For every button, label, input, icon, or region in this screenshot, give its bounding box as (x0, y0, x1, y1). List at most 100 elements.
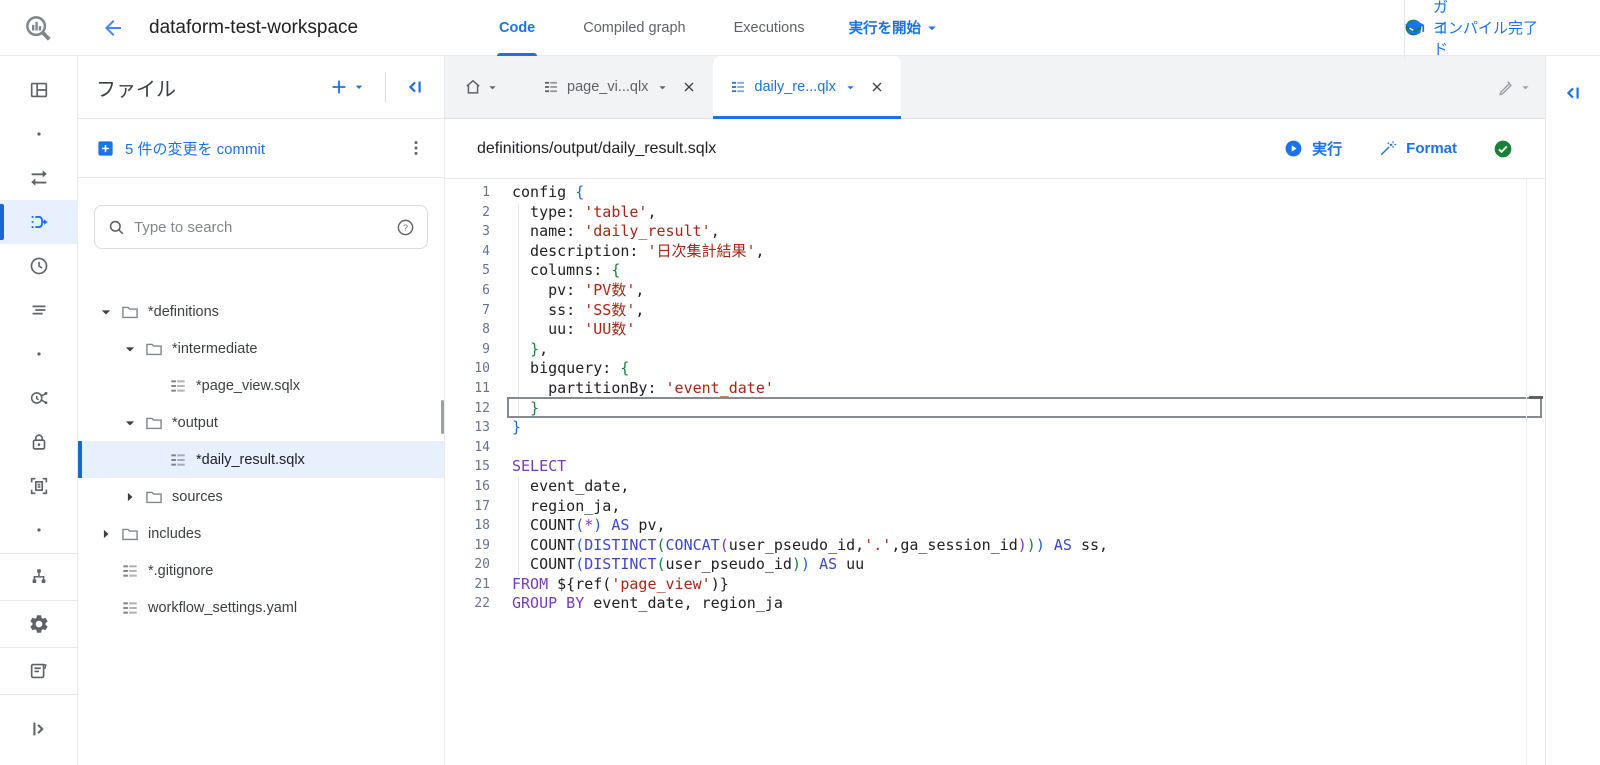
tree-item-label: includes (148, 526, 201, 542)
edit-sparkle-icon[interactable] (1496, 77, 1516, 97)
code-line[interactable]: 7 ss: 'SS数', (445, 301, 1545, 321)
tree-item-includes[interactable]: includes (78, 515, 444, 552)
caret-down-icon[interactable] (118, 339, 142, 359)
start-execution-button[interactable]: 実行を開始 (849, 17, 942, 38)
code-line[interactable]: 8 uu: 'UU数' (445, 320, 1545, 340)
code-line[interactable]: 5 columns: { (445, 261, 1545, 281)
code-line[interactable]: 22GROUP BY event_date, region_ja (445, 594, 1545, 614)
code-line[interactable]: 15SELECT (445, 457, 1545, 477)
code-line-text: name: 'daily_result', (490, 222, 720, 242)
expand-panel-icon (28, 718, 50, 740)
tab-executions[interactable]: Executions (710, 0, 829, 56)
rail-item-scan-document-icon[interactable] (0, 464, 78, 508)
tree-item-page_view.sqlx[interactable]: *page_view.sqlx (78, 367, 444, 404)
divider (385, 72, 386, 102)
code-line[interactable]: 21FROM ${ref('page_view')} (445, 575, 1545, 595)
code-line-text: SELECT (490, 457, 566, 477)
overview-ruler-cursor-mark (1529, 396, 1543, 399)
tab-code[interactable]: Code (475, 0, 559, 56)
tree-item-output[interactable]: *output (78, 404, 444, 441)
code-editor[interactable]: 1config {2 type: 'table',3 name: 'daily_… (445, 179, 1545, 765)
rail-item-dashboard-grid-icon[interactable] (0, 68, 78, 112)
indent-guide (518, 477, 519, 575)
code-line[interactable]: 2 type: 'table', (445, 203, 1545, 223)
code-line[interactable]: 17 region_ja, (445, 497, 1545, 517)
code-line[interactable]: 6 pv: 'PV数', (445, 281, 1545, 301)
rail-item-expand-panel-icon[interactable] (0, 707, 78, 751)
caret-right-icon[interactable] (118, 487, 142, 507)
code-line[interactable]: 10 bigquery: { (445, 359, 1545, 379)
overview-ruler[interactable] (1526, 179, 1527, 765)
collapse-right-panel-icon[interactable] (1562, 82, 1584, 104)
code-line[interactable]: 20 COUNT(DISTINCT(user_pseudo_id)) AS uu (445, 555, 1545, 575)
collapse-sidebar-icon[interactable] (404, 76, 426, 98)
editor-tab-page_viqlx[interactable]: page_vi...qlx (526, 56, 713, 119)
help-circle-icon[interactable]: ? (396, 218, 415, 237)
data-canvas-icon (28, 387, 50, 409)
dot-icon (35, 130, 43, 138)
line-number: 14 (445, 438, 490, 458)
line-number: 21 (445, 575, 490, 595)
tree-item-label: workflow_settings.yaml (148, 600, 297, 616)
tree-item-intermediate[interactable]: *intermediate (78, 330, 444, 367)
file-valid-check-icon (1493, 139, 1513, 159)
code-line[interactable]: 14 (445, 438, 1545, 458)
tree-indent-spacer (142, 450, 166, 470)
rail-item-history-clock-icon[interactable] (0, 244, 78, 288)
back-arrow-icon[interactable] (101, 16, 125, 40)
code-line[interactable]: 3 name: 'daily_result', (445, 222, 1545, 242)
code-line[interactable]: 13} (445, 418, 1545, 438)
search-input[interactable] (134, 219, 388, 236)
code-line[interactable]: 4 description: '日次集計結果', (445, 242, 1545, 262)
tree-item-.gitignore[interactable]: *.gitignore (78, 552, 444, 589)
close-tab-icon[interactable] (869, 79, 885, 95)
rail-item-hierarchy-icon[interactable] (0, 555, 78, 599)
format-button[interactable]: Format (1378, 139, 1457, 158)
rail-item-compose-note-icon[interactable] (0, 649, 78, 693)
code-line-text: region_ja, (490, 497, 620, 517)
line-number: 18 (445, 516, 490, 536)
close-tab-icon[interactable] (681, 79, 697, 95)
rail-item-swap-arrows-icon[interactable] (0, 156, 78, 200)
add-file-button[interactable] (328, 76, 367, 98)
rail-item-pipeline-merge-icon[interactable] (0, 200, 78, 244)
commit-changes-button[interactable]: 5 件の変更を commit (96, 138, 265, 159)
svg-text:?: ? (403, 222, 408, 232)
chevron-down-icon[interactable] (1518, 80, 1533, 95)
tab-compiled-graph[interactable]: Compiled graph (559, 0, 709, 56)
line-number: 2 (445, 203, 490, 223)
rail-item-gear-icon[interactable] (0, 602, 78, 646)
icon-rail (0, 56, 78, 765)
tree-item-definitions[interactable]: *definitions (78, 293, 444, 330)
lock-icon (28, 431, 50, 453)
rail-item-density-lines-icon[interactable] (0, 288, 78, 332)
tree-item-daily_result.sqlx[interactable]: *daily_result.sqlx (78, 441, 444, 478)
right-panel-collapsed (1545, 56, 1600, 765)
code-line-text: COUNT(DISTINCT(user_pseudo_id)) AS uu (490, 555, 864, 575)
line-number: 15 (445, 457, 490, 477)
rail-item-data-canvas-icon[interactable] (0, 376, 78, 420)
caret-right-icon[interactable] (94, 524, 118, 544)
workspace-title: dataform-test-workspace (149, 17, 411, 39)
caret-down-icon[interactable] (118, 413, 142, 433)
files-panel-title: ファイル (96, 73, 176, 102)
rail-item-lock-icon[interactable] (0, 420, 78, 464)
run-button[interactable]: 実行 (1284, 138, 1342, 159)
tree-item-sources[interactable]: sources (78, 478, 444, 515)
code-line[interactable]: 9 }, (445, 340, 1545, 360)
code-area[interactable]: 1config {2 type: 'table',3 name: 'daily_… (445, 179, 1545, 765)
editor-tab-daily_reqlx[interactable]: daily_re...qlx (713, 56, 900, 119)
home-tab-button[interactable] (463, 77, 500, 97)
code-line[interactable]: 18 COUNT(*) AS pv, (445, 516, 1545, 536)
code-line[interactable]: 16 event_date, (445, 477, 1545, 497)
more-vert-icon[interactable] (406, 138, 426, 158)
code-line-text: uu: 'UU数' (490, 320, 635, 340)
guide-button[interactable]: ガイド (1404, 0, 1405, 59)
sidebar-scrollbar[interactable] (441, 400, 444, 434)
caret-down-icon[interactable] (94, 302, 118, 322)
code-line[interactable]: 1config { (445, 183, 1545, 203)
code-line[interactable]: 19 COUNT(DISTINCT(CONCAT(user_pseudo_id,… (445, 536, 1545, 556)
code-line[interactable]: 11 partitionBy: 'event_date' (445, 379, 1545, 399)
tree-item-workflow_settings.yaml[interactable]: workflow_settings.yaml (78, 589, 444, 626)
file-list-icon (120, 561, 140, 581)
